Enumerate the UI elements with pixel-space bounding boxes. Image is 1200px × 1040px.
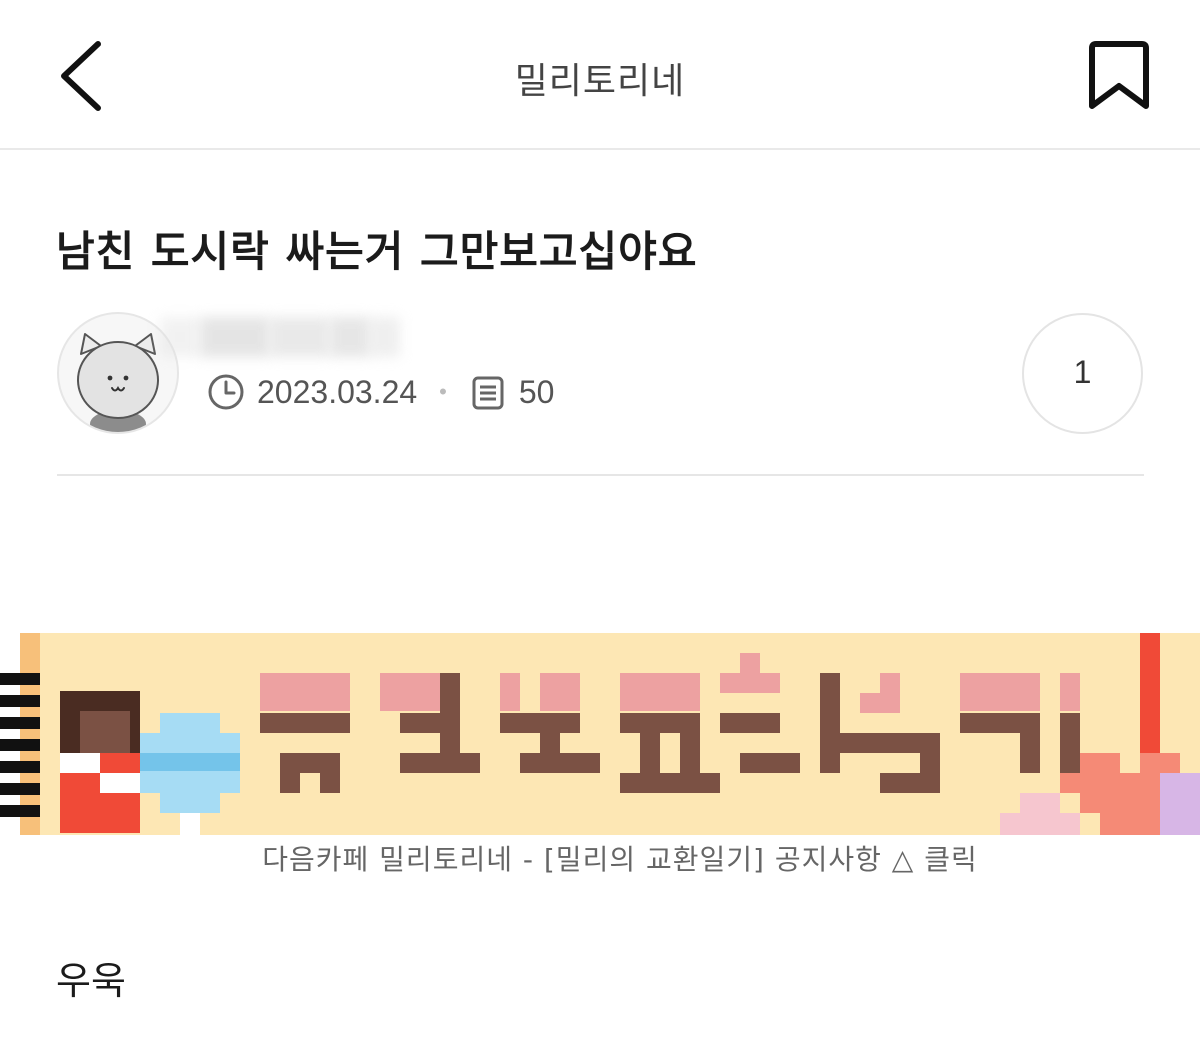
author-name-blurred (160, 312, 410, 362)
post-date: 2023.03.24 (257, 373, 418, 410)
view-count: 50 (518, 373, 555, 410)
banner-pixel-art (0, 633, 1200, 835)
post-body: 우욱 (56, 959, 126, 1003)
banner-caption[interactable]: 다음카페 밀리토리네 - [밀리의 교환일기] 공지사항 △ 클릭 (0, 838, 1200, 878)
meta-separator: • (439, 379, 447, 404)
cafe-title: 밀리토리네 (514, 61, 686, 102)
views-icon (472, 376, 504, 410)
bookmark-button[interactable] (1084, 38, 1154, 114)
post-title: 남친 도시락 싸는거 그만보고십야요 (56, 227, 698, 276)
comment-count-button[interactable]: 1 (1022, 313, 1143, 434)
post-meta: 2023.03.24 • 50 (207, 368, 554, 416)
header-divider (57, 474, 1144, 476)
top-bar: 밀리토리네 (0, 0, 1200, 150)
clock-icon (208, 374, 244, 410)
comment-count: 1 (1073, 354, 1092, 390)
bookmark-icon (1089, 41, 1149, 109)
notice-banner[interactable] (0, 633, 1200, 835)
